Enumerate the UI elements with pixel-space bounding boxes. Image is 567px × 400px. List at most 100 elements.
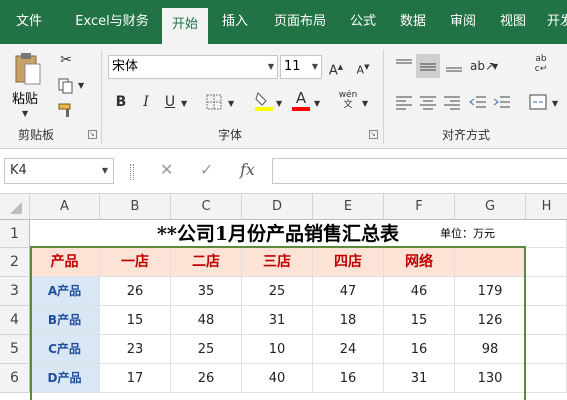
column-header-c[interactable]: C [171,194,242,220]
unit-label[interactable]: 单位：万元 [440,220,495,248]
product-cell[interactable]: D产品 [30,364,100,393]
font-dialog-launcher[interactable]: ↘ [369,130,378,139]
chevron-down-icon[interactable]: ▼ [362,94,368,114]
row-header-5[interactable]: 5 [0,335,30,364]
row-header-1[interactable]: 1 [0,220,30,248]
column-header-a[interactable]: A [30,194,100,220]
tab-page-layout[interactable]: 页面布局 [264,0,336,44]
select-all-corner[interactable] [0,194,30,220]
tab-view[interactable]: 视图 [490,0,536,44]
format-painter-icon[interactable] [58,102,74,118]
insert-function-button[interactable]: fx [240,160,255,179]
total-cell[interactable]: 98 [455,335,526,364]
tab-developer[interactable]: 开发 [540,0,567,44]
chevron-down-icon[interactable]: ▼ [102,159,108,183]
data-cell[interactable]: 31 [384,364,455,393]
chevron-down-icon[interactable]: ▼ [22,104,28,124]
tab-home[interactable]: 开始 [162,8,208,44]
tab-file[interactable]: 文件 [0,0,58,44]
cell[interactable] [526,277,567,306]
cut-icon[interactable]: ✂ [56,50,76,70]
increase-indent-icon[interactable] [492,92,512,112]
chevron-down-icon[interactable]: ▼ [552,94,558,114]
column-header-g[interactable]: G [455,194,526,220]
tab-formulas[interactable]: 公式 [340,0,386,44]
cell[interactable] [526,220,567,248]
data-cell[interactable]: 26 [171,364,242,393]
clipboard-dialog-launcher[interactable]: ↘ [88,130,97,139]
chevron-down-icon[interactable]: ▼ [181,94,187,114]
row-header-2[interactable]: 2 [0,248,30,277]
total-cell[interactable]: 130 [455,364,526,393]
chevron-down-icon[interactable]: ▼ [268,56,274,78]
tab-review[interactable]: 审阅 [440,0,486,44]
table-header-cell[interactable] [455,248,526,277]
cell[interactable] [526,335,567,364]
product-cell[interactable]: C产品 [30,335,100,364]
cell[interactable] [526,364,567,393]
formula-input[interactable] [272,158,567,184]
borders-icon[interactable] [206,94,222,110]
total-cell[interactable]: 126 [455,306,526,335]
formula-bar-grip[interactable] [130,164,134,180]
data-cell[interactable]: 25 [242,277,313,306]
font-name-combo[interactable]: 宋体 ▼ [108,55,278,79]
product-cell[interactable]: B产品 [30,306,100,335]
table-header-cell[interactable]: 三店 [242,248,313,277]
column-header-e[interactable]: E [313,194,384,220]
data-cell[interactable]: 47 [313,277,384,306]
data-cell[interactable]: 15 [100,306,171,335]
data-cell[interactable]: 23 [100,335,171,364]
product-cell[interactable]: A产品 [30,277,100,306]
italic-button[interactable]: I [137,92,155,112]
chevron-down-icon[interactable]: ▼ [314,94,320,114]
table-header-cell[interactable]: 一店 [100,248,171,277]
column-header-b[interactable]: B [100,194,171,220]
chevron-down-icon[interactable]: ▼ [312,56,318,78]
phonetic-guide-icon[interactable]: wén 文 [338,90,358,110]
chevron-down-icon[interactable]: ▼ [276,94,282,114]
data-cell[interactable]: 18 [313,306,384,335]
data-cell[interactable]: 25 [171,335,242,364]
underline-button[interactable]: U [161,92,179,112]
tab-excel-finance[interactable]: Excel与财务 [66,0,158,44]
column-header-h[interactable]: H [526,194,567,220]
wrap-text-icon[interactable]: ab c↵ [532,54,550,74]
align-middle-icon[interactable] [416,54,440,78]
data-cell[interactable]: 15 [384,306,455,335]
name-box[interactable]: K4 ▼ [4,158,114,184]
cancel-edit-button[interactable]: ✕ [160,160,173,179]
increase-font-size-icon[interactable]: A▲ [328,57,344,81]
align-top-icon[interactable] [394,56,414,76]
data-cell[interactable]: 46 [384,277,455,306]
table-header-cell[interactable]: 二店 [171,248,242,277]
data-cell[interactable]: 26 [100,277,171,306]
cell[interactable] [526,306,567,335]
data-cell[interactable]: 40 [242,364,313,393]
align-center-icon[interactable] [418,92,438,112]
bold-button[interactable]: B [112,92,130,112]
font-size-combo[interactable]: 11 ▼ [280,55,322,79]
data-cell[interactable]: 24 [313,335,384,364]
merge-center-icon[interactable] [528,92,548,112]
data-cell[interactable]: 17 [100,364,171,393]
decrease-font-size-icon[interactable]: A▼ [355,57,371,81]
row-header-4[interactable]: 4 [0,306,30,335]
align-left-icon[interactable] [394,92,414,112]
column-header-d[interactable]: D [242,194,313,220]
table-header-cell[interactable]: 四店 [313,248,384,277]
data-cell[interactable]: 16 [384,335,455,364]
table-header-cell[interactable]: 产品 [30,248,100,277]
chevron-down-icon[interactable]: ▼ [228,94,234,114]
cell[interactable] [526,248,567,277]
row-header-3[interactable]: 3 [0,277,30,306]
tab-data[interactable]: 数据 [390,0,436,44]
chevron-down-icon[interactable]: ▼ [492,57,498,77]
confirm-edit-button[interactable]: ✓ [200,160,213,179]
column-header-f[interactable]: F [384,194,455,220]
data-cell[interactable]: 31 [242,306,313,335]
data-cell[interactable]: 35 [171,277,242,306]
fill-color-icon[interactable] [254,90,274,112]
copy-icon[interactable] [58,78,74,94]
data-cell[interactable]: 48 [171,306,242,335]
